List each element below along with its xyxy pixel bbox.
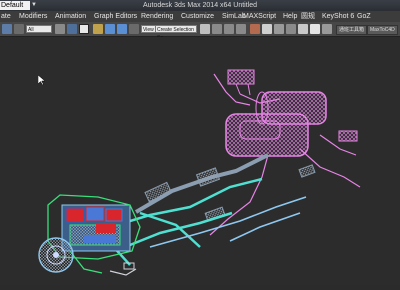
window-title: Autodesk 3ds Max 2014 x64 Untitled xyxy=(142,2,257,9)
redo-icon[interactable] xyxy=(14,24,24,34)
named-selection-field[interactable]: Create Selection Se xyxy=(155,25,197,41)
menu-item-maxscript[interactable]: MAXScript xyxy=(243,11,276,22)
menu-item-rendering[interactable]: Rendering xyxy=(141,11,173,22)
scale-icon[interactable] xyxy=(129,24,139,34)
lower-fuel-tank xyxy=(225,113,309,157)
menu-item-animation[interactable]: Animation xyxy=(55,11,86,22)
maxtoc4d-button[interactable]: MaxToC4D xyxy=(367,25,398,35)
percent-snap-icon[interactable] xyxy=(224,24,234,34)
align-icon[interactable] xyxy=(262,24,272,34)
undo-icon[interactable] xyxy=(2,24,12,34)
schematic-icon[interactable] xyxy=(310,24,320,34)
snap-icon[interactable] xyxy=(200,24,210,34)
menu-item-customize[interactable]: Customize xyxy=(181,11,214,22)
mount-bracket xyxy=(109,262,137,276)
select-icon[interactable] xyxy=(55,24,65,34)
toolbox-button[interactable]: 通班工具箱 xyxy=(336,25,368,35)
menu-item-cn[interactable]: 圆规 xyxy=(301,11,315,22)
ribbon-icon[interactable] xyxy=(286,24,296,34)
selection-filter-dropdown[interactable]: All xyxy=(26,25,52,33)
menu-bar: ate Modifiers Animation Graph Editors Re… xyxy=(0,11,400,22)
menu-item-keyshot[interactable]: KeyShot 6 xyxy=(322,11,354,22)
main-toolbar: All View Create Selection Se 通班工具箱 MaxTo… xyxy=(0,22,400,41)
connector-box xyxy=(338,130,358,142)
window-crossing-icon[interactable] xyxy=(93,24,103,34)
spinner-snap-icon[interactable] xyxy=(236,24,246,34)
rotate-icon[interactable] xyxy=(117,24,127,34)
flywheel xyxy=(38,237,74,273)
vehicle-wireframe-model xyxy=(38,69,361,276)
title-bar: Default ▼ Autodesk 3ds Max 2014 x64 Unti… xyxy=(0,0,400,11)
fuse-box xyxy=(227,69,255,96)
rect-select-icon[interactable] xyxy=(79,24,89,34)
menu-item-goz[interactable]: GoZ xyxy=(357,11,371,22)
angle-snap-icon[interactable] xyxy=(212,24,222,34)
curve-editor-icon[interactable] xyxy=(298,24,308,34)
move-icon[interactable] xyxy=(105,24,115,34)
mirror-icon[interactable] xyxy=(250,24,260,34)
layer-icon[interactable] xyxy=(274,24,284,34)
light-blue-lines xyxy=(149,196,307,248)
menu-item-help[interactable]: Help xyxy=(283,11,297,22)
material-editor-icon[interactable] xyxy=(322,24,332,34)
menu-item-modifiers[interactable]: Modifiers xyxy=(19,11,47,22)
perspective-viewport[interactable] xyxy=(0,37,400,285)
menu-item-graph-editors[interactable]: Graph Editors xyxy=(94,11,137,22)
menu-item-create[interactable]: ate xyxy=(1,11,11,22)
mouse-cursor-icon xyxy=(38,75,45,85)
select-by-name-icon[interactable] xyxy=(67,24,77,34)
